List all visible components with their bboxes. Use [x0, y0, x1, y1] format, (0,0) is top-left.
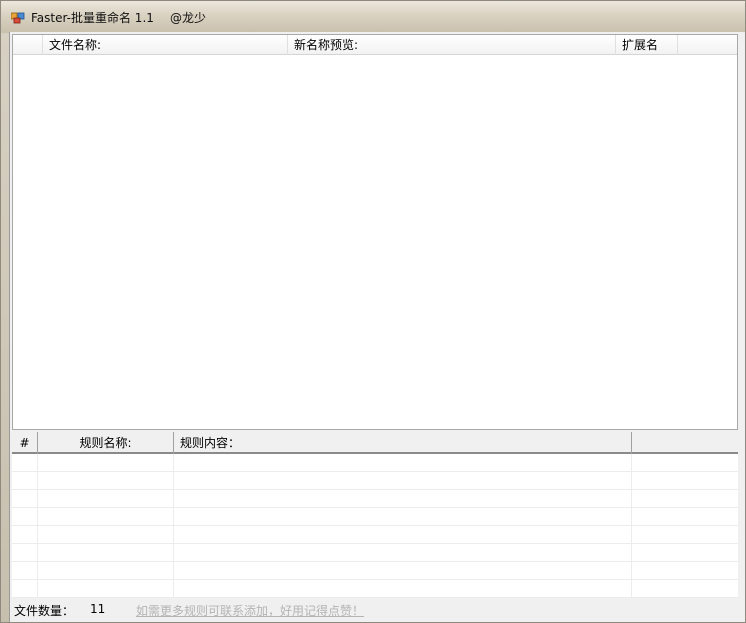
- rules-grid-empty-cell: [38, 490, 174, 508]
- rules-grid-empty-row: [12, 490, 738, 508]
- column-header-preview-label: 新名称预览:: [294, 38, 359, 52]
- rules-grid-empty-cell: [12, 490, 38, 508]
- rules-column-header-content[interactable]: 规则内容：: [174, 432, 632, 454]
- rules-grid-empty-cell: [632, 490, 738, 508]
- client-area: 文件名称: 新名称预览: 扩展名 # 规则名称: 规则内容： 文件数量： 11 …: [9, 32, 745, 622]
- rules-grid-empty-cell: [12, 472, 38, 490]
- rules-grid-header: # 规则名称: 规则内容：: [12, 432, 738, 454]
- app-icon: [10, 10, 25, 24]
- column-header-extension-label: 扩展名: [622, 38, 659, 52]
- rules-grid-empty-cell: [38, 544, 174, 562]
- rules-grid-empty-cell: [12, 454, 38, 472]
- rules-grid-empty-cell: [12, 508, 38, 526]
- rules-column-header-name[interactable]: 规则名称:: [38, 432, 174, 454]
- file-count-label: 文件数量：: [14, 604, 75, 618]
- rules-grid-empty-cell: [174, 490, 632, 508]
- rules-grid-empty-cell: [174, 544, 632, 562]
- column-header-select[interactable]: [13, 35, 43, 55]
- rules-grid-body[interactable]: [12, 454, 738, 598]
- column-header-extension[interactable]: 扩展名: [616, 35, 678, 55]
- rules-grid-empty-cell: [38, 454, 174, 472]
- rules-grid-empty-cell: [38, 472, 174, 490]
- rules-grid-empty-cell: [38, 526, 174, 544]
- rules-grid-empty-cell: [12, 580, 38, 598]
- window-title: Faster-批量重命名 1.1: [31, 11, 154, 25]
- rules-grid-empty-row: [12, 472, 738, 490]
- rules-grid-empty-cell: [632, 526, 738, 544]
- title-bar[interactable]: Faster-批量重命名 1.1 @龙少: [1, 1, 745, 33]
- rules-grid-empty-row: [12, 580, 738, 598]
- rules-grid-empty-cell: [38, 562, 174, 580]
- window-author: @龙少: [170, 11, 207, 25]
- rules-grid-empty-cell: [632, 544, 738, 562]
- file-list-header: 文件名称: 新名称预览: 扩展名: [13, 35, 737, 55]
- file-list-view[interactable]: 文件名称: 新名称预览: 扩展名: [12, 34, 738, 430]
- status-bar: 文件数量： 11 如需更多规则可联系添加，好用记得点赞！: [12, 598, 738, 622]
- column-header-preview[interactable]: 新名称预览:: [288, 35, 616, 55]
- rules-grid-empty-cell: [38, 508, 174, 526]
- rules-grid-empty-cell: [12, 562, 38, 580]
- app-window: Faster-批量重命名 1.1 @龙少 文件名称: 新名称预览: 扩展名 # …: [0, 0, 746, 623]
- rules-grid-empty-cell: [632, 580, 738, 598]
- rules-grid-empty-cell: [632, 472, 738, 490]
- rules-grid-empty-cell: [174, 508, 632, 526]
- column-header-filename[interactable]: 文件名称:: [43, 35, 288, 55]
- rules-grid-empty-cell: [38, 580, 174, 598]
- rules-column-header-extra[interactable]: [632, 432, 738, 454]
- rules-grid-empty-cell: [174, 526, 632, 544]
- column-header-filename-label: 文件名称:: [49, 38, 102, 52]
- rules-grid[interactable]: # 规则名称: 规则内容：: [12, 430, 738, 598]
- file-count-value: 11: [90, 602, 106, 616]
- rules-grid-empty-cell: [632, 508, 738, 526]
- rules-grid-empty-cell: [174, 562, 632, 580]
- rules-grid-empty-row: [12, 526, 738, 544]
- rules-column-header-index[interactable]: #: [12, 432, 38, 454]
- contact-link[interactable]: 如需更多规则可联系添加，好用记得点赞！: [136, 602, 364, 619]
- rules-grid-empty-row: [12, 544, 738, 562]
- rules-grid-empty-row: [12, 508, 738, 526]
- rules-grid-empty-row: [12, 454, 738, 472]
- rules-grid-empty-cell: [12, 544, 38, 562]
- rules-grid-empty-cell: [174, 454, 632, 472]
- rules-grid-empty-cell: [632, 562, 738, 580]
- rules-grid-empty-row: [12, 562, 738, 580]
- rules-grid-empty-cell: [174, 580, 632, 598]
- rules-grid-empty-cell: [174, 472, 632, 490]
- rules-grid-empty-cell: [632, 454, 738, 472]
- rules-grid-empty-cell: [12, 526, 38, 544]
